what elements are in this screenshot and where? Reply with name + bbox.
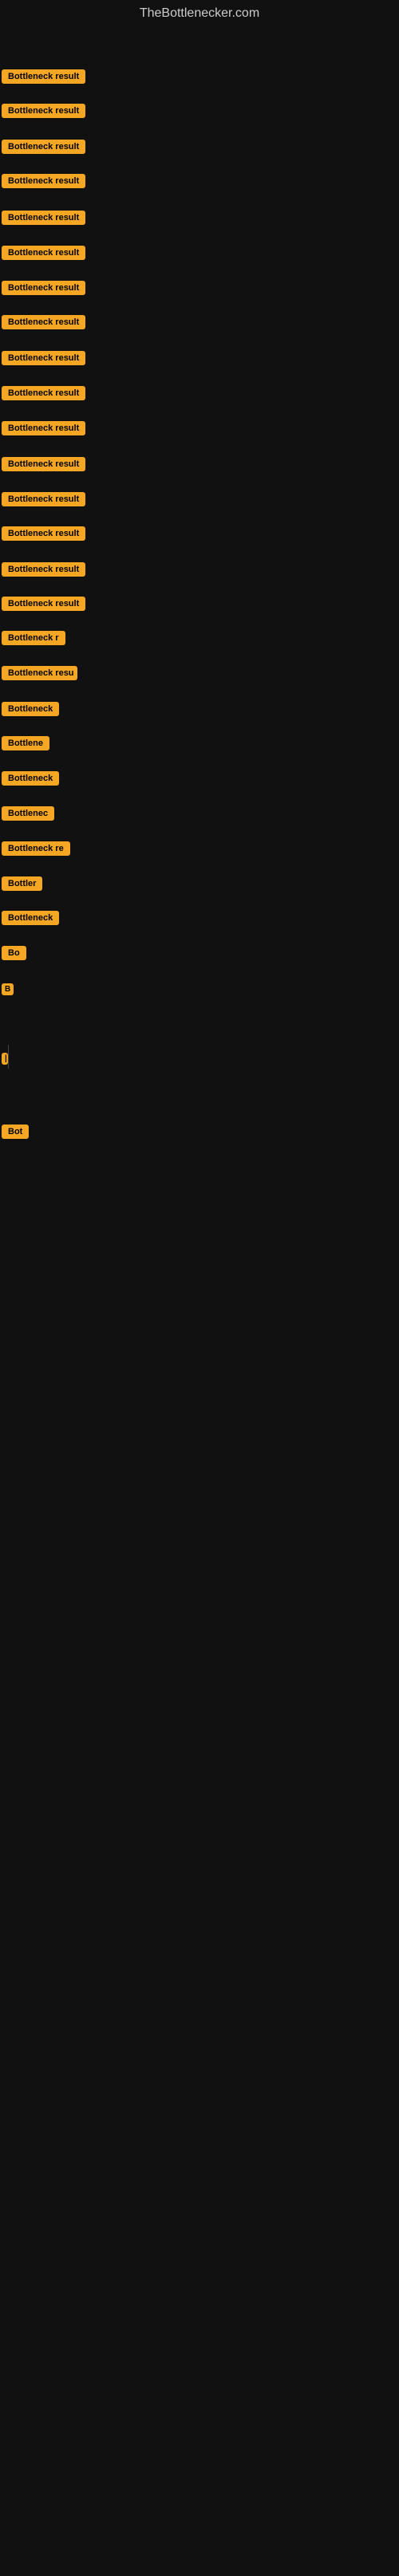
bottleneck-badge-29: Bot: [2, 1125, 29, 1139]
bottleneck-badge-row-15[interactable]: Bottleneck result: [2, 562, 85, 581]
bottleneck-badge-row-28[interactable]: |: [2, 1053, 8, 1069]
bottleneck-badge-15: Bottleneck result: [2, 562, 85, 577]
bottleneck-badge-11: Bottleneck result: [2, 421, 85, 435]
bottleneck-badge-20: Bottlene: [2, 736, 49, 750]
bottleneck-badge-2: Bottleneck result: [2, 104, 85, 118]
bottleneck-badge-19: Bottleneck: [2, 702, 59, 716]
bottleneck-badge-row-8[interactable]: Bottleneck result: [2, 315, 85, 333]
bottleneck-badge-10: Bottleneck result: [2, 386, 85, 400]
bottleneck-badge-row-16[interactable]: Bottleneck result: [2, 597, 85, 615]
site-title: TheBottlenecker.com: [0, 0, 399, 24]
bottleneck-badge-row-10[interactable]: Bottleneck result: [2, 386, 85, 404]
bottleneck-badge-9: Bottleneck result: [2, 351, 85, 365]
bottleneck-badge-row-7[interactable]: Bottleneck result: [2, 281, 85, 299]
bottleneck-badge-row-18[interactable]: Bottleneck resu: [2, 666, 77, 684]
bottleneck-badge-row-20[interactable]: Bottlene: [2, 736, 49, 754]
bottleneck-badge-21: Bottleneck: [2, 771, 59, 786]
bottleneck-badge-row-27[interactable]: B: [2, 983, 14, 999]
bottleneck-badge-18: Bottleneck resu: [2, 666, 77, 680]
bottleneck-badge-row-14[interactable]: Bottleneck result: [2, 526, 85, 545]
bottleneck-badge-5: Bottleneck result: [2, 211, 85, 225]
bottleneck-badge-1: Bottleneck result: [2, 69, 85, 84]
bottleneck-badge-13: Bottleneck result: [2, 492, 85, 506]
bottleneck-badge-22: Bottlenec: [2, 806, 54, 821]
bottleneck-badge-row-12[interactable]: Bottleneck result: [2, 457, 85, 475]
bottleneck-badge-row-19[interactable]: Bottleneck: [2, 702, 59, 720]
bottleneck-badge-7: Bottleneck result: [2, 281, 85, 295]
bottleneck-badge-row-25[interactable]: Bottleneck: [2, 911, 59, 929]
bottleneck-badge-row-22[interactable]: Bottlenec: [2, 806, 54, 825]
bottleneck-badge-17: Bottleneck r: [2, 631, 65, 645]
bottleneck-badge-6: Bottleneck result: [2, 246, 85, 260]
bottleneck-badge-row-24[interactable]: Bottler: [2, 876, 42, 895]
bottleneck-badge-row-21[interactable]: Bottleneck: [2, 771, 59, 790]
bottleneck-badge-row-2[interactable]: Bottleneck result: [2, 104, 85, 122]
bottleneck-badge-row-4[interactable]: Bottleneck result: [2, 174, 85, 192]
bottleneck-badge-23: Bottleneck re: [2, 841, 70, 856]
bottleneck-badge-8: Bottleneck result: [2, 315, 85, 329]
bottleneck-badge-16: Bottleneck result: [2, 597, 85, 611]
bottleneck-badge-26: Bo: [2, 946, 26, 960]
bottleneck-badge-27: B: [2, 983, 14, 995]
bottleneck-badge-row-6[interactable]: Bottleneck result: [2, 246, 85, 264]
bottleneck-badge-row-9[interactable]: Bottleneck result: [2, 351, 85, 369]
vertical-line-indicator: [8, 1045, 9, 1069]
bottleneck-badge-row-17[interactable]: Bottleneck r: [2, 631, 65, 649]
bottleneck-badge-24: Bottler: [2, 876, 42, 891]
bottleneck-badge-row-11[interactable]: Bottleneck result: [2, 421, 85, 439]
bottleneck-badge-12: Bottleneck result: [2, 457, 85, 471]
bottleneck-badge-row-13[interactable]: Bottleneck result: [2, 492, 85, 510]
bottleneck-badge-row-26[interactable]: Bo: [2, 946, 26, 964]
bottleneck-badge-row-29[interactable]: Bot: [2, 1125, 29, 1143]
bottleneck-badge-row-5[interactable]: Bottleneck result: [2, 211, 85, 229]
bottleneck-badge-row-3[interactable]: Bottleneck result: [2, 140, 85, 158]
bottleneck-badge-28: |: [2, 1053, 8, 1065]
bottleneck-badge-25: Bottleneck: [2, 911, 59, 925]
bottleneck-badge-3: Bottleneck result: [2, 140, 85, 154]
bottleneck-badge-row-23[interactable]: Bottleneck re: [2, 841, 70, 860]
bottleneck-badge-14: Bottleneck result: [2, 526, 85, 541]
bottleneck-badge-row-1[interactable]: Bottleneck result: [2, 69, 85, 88]
bottleneck-badge-4: Bottleneck result: [2, 174, 85, 188]
